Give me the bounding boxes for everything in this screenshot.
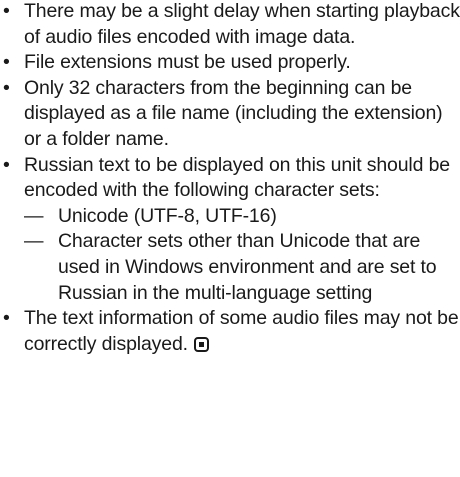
list-item: • Only 32 characters from the beginning … — [0, 76, 460, 153]
sub-list-item: — Character sets other than Unicode that… — [24, 229, 460, 306]
item-text: Only 32 characters from the beginning ca… — [24, 76, 443, 150]
bullet-icon: • — [3, 51, 10, 74]
sub-list-item: — Unicode (UTF-8, UTF-16) — [24, 204, 460, 230]
bullet-icon: • — [3, 76, 10, 99]
end-of-section-icon — [193, 336, 209, 352]
sub-item-text: Character sets other than Unicode that a… — [58, 230, 437, 304]
list-item: • The text information of some audio fil… — [0, 306, 460, 357]
bullet-icon: • — [3, 153, 10, 176]
item-text: There may be a slight delay when startin… — [24, 0, 460, 48]
document-page: • There may be a slight delay when start… — [0, 0, 460, 357]
bullet-icon: • — [3, 307, 10, 330]
character-set-list: — Unicode (UTF-8, UTF-16) — Character se… — [24, 204, 460, 306]
item-text: File extensions must be used properly. — [24, 51, 351, 74]
item-text: Russian text to be displayed on this uni… — [24, 153, 450, 202]
bullet-icon: • — [3, 0, 10, 22]
item-text: The text information of some audio files… — [24, 307, 459, 355]
notes-list: • There may be a slight delay when start… — [0, 0, 460, 357]
list-item: • File extensions must be used properly. — [0, 50, 460, 76]
dash-icon: — — [24, 230, 44, 253]
dash-icon: — — [24, 204, 44, 227]
sub-item-text: Unicode (UTF-8, UTF-16) — [58, 204, 277, 227]
list-item: • There may be a slight delay when start… — [0, 0, 460, 50]
list-item: • Russian text to be displayed on this u… — [0, 153, 460, 307]
